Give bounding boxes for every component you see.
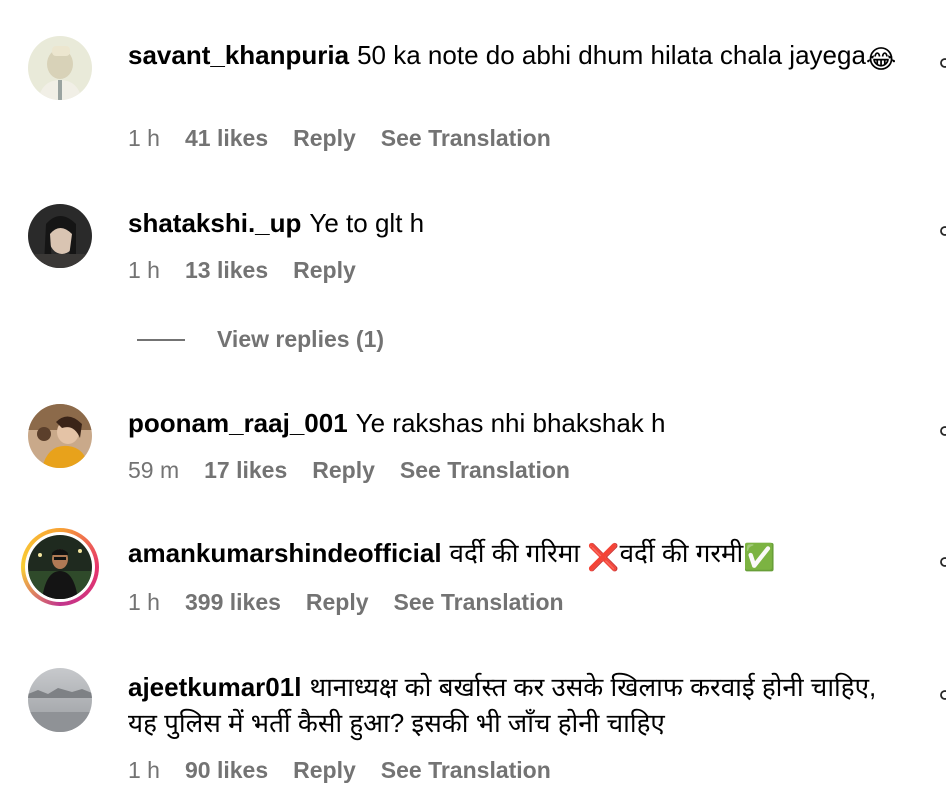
see-translation-button[interactable]: See Translation bbox=[381, 757, 551, 784]
heart-icon[interactable] bbox=[940, 689, 946, 701]
comment-body: 50 ka note do abhi dhum hilata chala jay… bbox=[357, 40, 866, 70]
avatar[interactable] bbox=[28, 404, 92, 468]
comment-time: 59 m bbox=[128, 457, 180, 483]
comment-username[interactable]: poonam_raaj_001 bbox=[128, 408, 348, 438]
see-translation-button[interactable]: See Translation bbox=[394, 589, 564, 616]
comment-time: 1 h bbox=[128, 257, 160, 283]
comment-meta: 1 h 90 likes Reply See Translation bbox=[128, 757, 576, 784]
avatar-story-ring[interactable] bbox=[21, 528, 99, 606]
laughing-emoji-icon: 😂 bbox=[865, 44, 897, 74]
heart-icon[interactable] bbox=[940, 556, 946, 568]
likes-count[interactable]: 41 likes bbox=[185, 125, 268, 152]
comment-text: poonam_raaj_001 Ye rakshas nhi bhakshak h bbox=[128, 405, 908, 441]
likes-count[interactable]: 399 likes bbox=[185, 589, 281, 616]
reply-button[interactable]: Reply bbox=[293, 125, 356, 152]
avatar-image bbox=[28, 404, 92, 468]
heart-icon[interactable] bbox=[940, 225, 946, 237]
comment-body: Ye rakshas nhi bhakshak h bbox=[355, 408, 666, 438]
reply-button[interactable]: Reply bbox=[293, 757, 356, 784]
comment-body-part1: वर्दी की गरिमा bbox=[449, 538, 588, 568]
comment-meta: 59 m 17 likes Reply See Translation bbox=[128, 457, 595, 484]
comment-text: shatakshi._up Ye to glt h bbox=[128, 205, 908, 241]
cross-mark-icon: ❌ bbox=[587, 542, 620, 572]
comment-meta: 1 h 399 likes Reply See Translation bbox=[128, 589, 589, 616]
comment-username[interactable]: shatakshi._up bbox=[128, 208, 301, 238]
avatar[interactable] bbox=[28, 668, 92, 732]
avatar-image bbox=[28, 204, 92, 268]
comment-username[interactable]: ajeetkumar01l bbox=[128, 672, 301, 702]
comment-time: 1 h bbox=[128, 757, 160, 783]
comment-text: ajeetkumar01l थानाध्यक्ष को बर्खास्त कर उ… bbox=[128, 669, 908, 741]
comment-username[interactable]: amankumarshindeofficial bbox=[128, 538, 442, 568]
avatar-image bbox=[28, 36, 92, 100]
comment-time: 1 h bbox=[128, 589, 160, 615]
comment-body: Ye to glt h bbox=[309, 208, 425, 238]
likes-count[interactable]: 17 likes bbox=[204, 457, 287, 484]
comment-time: 1 h bbox=[128, 125, 160, 151]
comment-meta: 1 h 41 likes Reply See Translation bbox=[128, 125, 576, 152]
likes-count[interactable]: 13 likes bbox=[185, 257, 268, 284]
heart-icon[interactable] bbox=[940, 57, 946, 69]
see-translation-button[interactable]: See Translation bbox=[381, 125, 551, 152]
avatar[interactable] bbox=[28, 36, 92, 100]
heart-icon[interactable] bbox=[940, 425, 946, 437]
reply-button[interactable]: Reply bbox=[293, 257, 356, 284]
avatar[interactable] bbox=[28, 204, 92, 268]
reply-button[interactable]: Reply bbox=[306, 589, 369, 616]
check-mark-icon: ✅ bbox=[743, 542, 776, 572]
comment-text: amankumarshindeofficial वर्दी की गरिमा ❌व… bbox=[128, 535, 908, 575]
comment-username[interactable]: savant_khanpuria bbox=[128, 40, 349, 70]
view-replies-button[interactable]: View replies (1) bbox=[137, 326, 384, 353]
replies-divider bbox=[137, 338, 185, 341]
avatar bbox=[28, 535, 92, 599]
view-replies-label: View replies (1) bbox=[217, 326, 385, 352]
avatar-image bbox=[28, 668, 92, 732]
comment-meta: 1 h 13 likes Reply bbox=[128, 257, 381, 284]
comment-text: savant_khanpuria 50 ka note do abhi dhum … bbox=[128, 37, 908, 77]
likes-count[interactable]: 90 likes bbox=[185, 757, 268, 784]
see-translation-button[interactable]: See Translation bbox=[400, 457, 570, 484]
avatar-image bbox=[28, 535, 92, 599]
comment-body-part2: वर्दी की गरमी bbox=[619, 538, 744, 568]
reply-button[interactable]: Reply bbox=[312, 457, 375, 484]
